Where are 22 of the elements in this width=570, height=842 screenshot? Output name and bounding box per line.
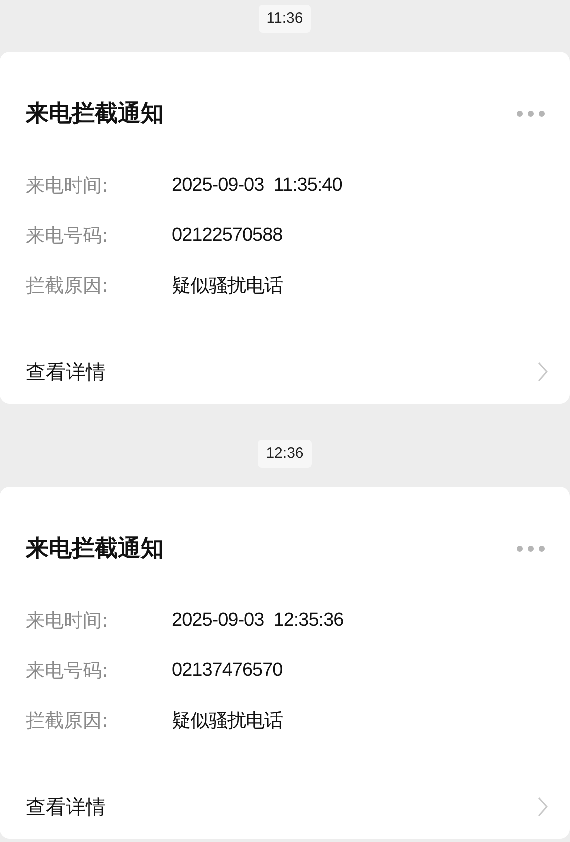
field-value: 疑似骚扰电话: [172, 710, 283, 734]
field-label: 来电号码:: [26, 659, 110, 684]
more-icon[interactable]: [516, 110, 546, 118]
view-details-link[interactable]: 查看详情: [26, 794, 106, 820]
chevron-right-icon: [538, 362, 548, 382]
more-icon[interactable]: [516, 545, 546, 553]
field-value: 2025-09-03 12:35:36: [172, 610, 344, 632]
timestamp: 12:36: [258, 440, 312, 468]
field-label: 来电时间:: [26, 609, 110, 634]
field-value: 2025-09-03 11:35:40: [172, 175, 342, 197]
card-title: 来电拦截通知: [26, 535, 164, 564]
field-label: 拦截原因:: [26, 709, 110, 734]
chevron-right-icon: [538, 797, 548, 817]
field-label: 来电时间:: [26, 174, 110, 199]
timestamp: 11:36: [258, 5, 312, 33]
field-value: 02122570588: [172, 225, 283, 247]
field-value: 疑似骚扰电话: [172, 275, 283, 299]
field-value: 02137476570: [172, 660, 283, 682]
view-details-link[interactable]: 查看详情: [26, 358, 106, 386]
card-title: 来电拦截通知: [26, 100, 164, 129]
field-label: 来电号码:: [26, 224, 110, 249]
field-label: 拦截原因:: [26, 274, 110, 299]
